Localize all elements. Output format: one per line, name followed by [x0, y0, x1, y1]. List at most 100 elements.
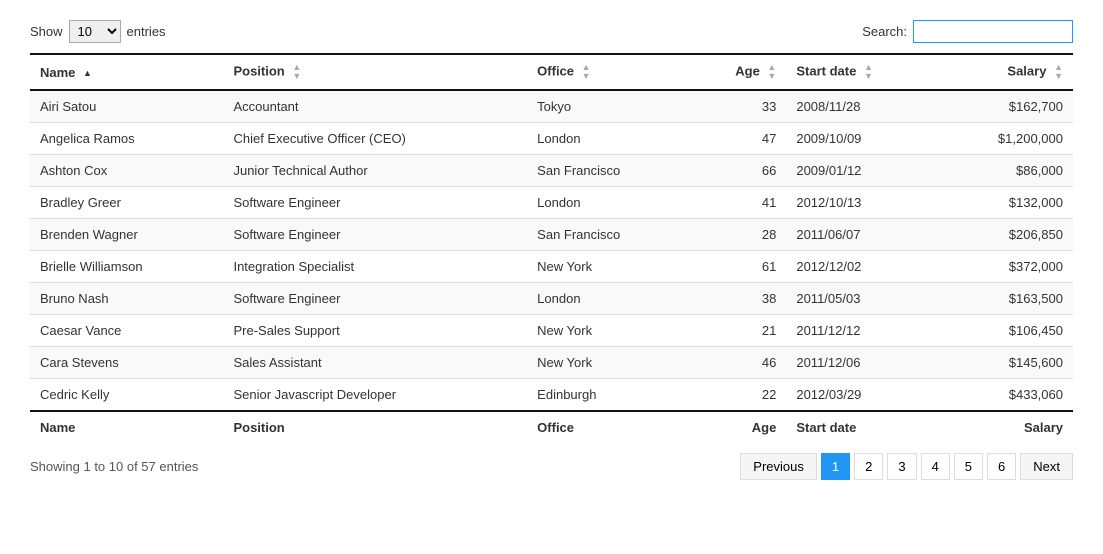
table-footer: Name Position Office Age Start date Sala… — [30, 411, 1073, 443]
table-cell: Tokyo — [527, 90, 690, 123]
pagination: Previous 1 2 3 4 5 6 Next — [740, 453, 1073, 480]
table-cell: Software Engineer — [223, 219, 527, 251]
table-cell: 2009/10/09 — [786, 123, 938, 155]
table-cell: 2011/05/03 — [786, 283, 938, 315]
page-2-button[interactable]: 2 — [854, 453, 883, 480]
next-button[interactable]: Next — [1020, 453, 1073, 480]
table-row: Cara StevensSales AssistantNew York46201… — [30, 347, 1073, 379]
table-cell: San Francisco — [527, 219, 690, 251]
table-cell: $162,700 — [939, 90, 1073, 123]
showing-text: Showing 1 to 10 of 57 entries — [30, 459, 198, 474]
table-cell: 2011/06/07 — [786, 219, 938, 251]
table-cell: Junior Technical Author — [223, 155, 527, 187]
footer-col-startdate: Start date — [786, 411, 938, 443]
table-cell: $132,000 — [939, 187, 1073, 219]
table-cell: Bruno Nash — [30, 283, 223, 315]
page-1-button[interactable]: 1 — [821, 453, 850, 480]
col-header-startdate[interactable]: Start date ▲▼ — [786, 54, 938, 90]
table-cell: Bradley Greer — [30, 187, 223, 219]
table-cell: 2011/12/06 — [786, 347, 938, 379]
table-cell: 2012/12/02 — [786, 251, 938, 283]
table-cell: Senior Javascript Developer — [223, 379, 527, 412]
table-cell: London — [527, 123, 690, 155]
table-cell: 46 — [690, 347, 786, 379]
table-cell: Airi Satou — [30, 90, 223, 123]
page-4-button[interactable]: 4 — [921, 453, 950, 480]
table-cell: Chief Executive Officer (CEO) — [223, 123, 527, 155]
table-cell: 66 — [690, 155, 786, 187]
table-cell: Ashton Cox — [30, 155, 223, 187]
show-label-after: entries — [127, 24, 166, 39]
top-controls: Show 10 25 50 100 entries Search: — [30, 20, 1073, 43]
table-cell: Sales Assistant — [223, 347, 527, 379]
table-cell: London — [527, 187, 690, 219]
col-header-office[interactable]: Office ▲▼ — [527, 54, 690, 90]
table-cell: 2009/01/12 — [786, 155, 938, 187]
table-cell: $163,500 — [939, 283, 1073, 315]
table-cell: $145,600 — [939, 347, 1073, 379]
footer-col-salary: Salary — [939, 411, 1073, 443]
table-cell: 61 — [690, 251, 786, 283]
table-cell: Cara Stevens — [30, 347, 223, 379]
table-cell: 28 — [690, 219, 786, 251]
table-cell: Accountant — [223, 90, 527, 123]
table-cell: Brielle Williamson — [30, 251, 223, 283]
col-header-name[interactable]: Name ▲ — [30, 54, 223, 90]
table-header: Name ▲ Position ▲▼ Office ▲▼ Age — [30, 54, 1073, 90]
table-row: Bruno NashSoftware EngineerLondon382011/… — [30, 283, 1073, 315]
table-row: Brenden WagnerSoftware EngineerSan Franc… — [30, 219, 1073, 251]
sort-icon-name: ▲ — [83, 69, 92, 78]
table-cell: 41 — [690, 187, 786, 219]
table-cell: $206,850 — [939, 219, 1073, 251]
table-cell: Software Engineer — [223, 187, 527, 219]
table-row: Brielle WilliamsonIntegration Specialist… — [30, 251, 1073, 283]
table-cell: Caesar Vance — [30, 315, 223, 347]
table-cell: Pre-Sales Support — [223, 315, 527, 347]
table-cell: $106,450 — [939, 315, 1073, 347]
table-cell: $433,060 — [939, 379, 1073, 412]
table-cell: 21 — [690, 315, 786, 347]
page-3-button[interactable]: 3 — [887, 453, 916, 480]
sort-icon-salary: ▲▼ — [1054, 63, 1063, 81]
sort-icon-startdate: ▲▼ — [864, 63, 873, 81]
footer-col-office: Office — [527, 411, 690, 443]
sort-icon-position: ▲▼ — [292, 63, 301, 81]
search-box: Search: — [862, 20, 1073, 43]
col-header-position[interactable]: Position ▲▼ — [223, 54, 527, 90]
table-cell: Brenden Wagner — [30, 219, 223, 251]
entries-select[interactable]: 10 25 50 100 — [69, 20, 121, 43]
table-cell: Software Engineer — [223, 283, 527, 315]
bottom-controls: Showing 1 to 10 of 57 entries Previous 1… — [30, 453, 1073, 480]
table-cell: 22 — [690, 379, 786, 412]
page-5-button[interactable]: 5 — [954, 453, 983, 480]
table-cell: London — [527, 283, 690, 315]
table-cell: Angelica Ramos — [30, 123, 223, 155]
table-cell: San Francisco — [527, 155, 690, 187]
table-row: Angelica RamosChief Executive Officer (C… — [30, 123, 1073, 155]
table-cell: $372,000 — [939, 251, 1073, 283]
show-label-before: Show — [30, 24, 63, 39]
table-cell: 2011/12/12 — [786, 315, 938, 347]
col-header-age[interactable]: Age ▲▼ — [690, 54, 786, 90]
col-header-salary[interactable]: Salary ▲▼ — [939, 54, 1073, 90]
table-cell: $86,000 — [939, 155, 1073, 187]
table-cell: 2012/03/29 — [786, 379, 938, 412]
footer-col-position: Position — [223, 411, 527, 443]
page-6-button[interactable]: 6 — [987, 453, 1016, 480]
show-entries: Show 10 25 50 100 entries — [30, 20, 166, 43]
footer-col-age: Age — [690, 411, 786, 443]
table-cell: New York — [527, 251, 690, 283]
table-cell: 2012/10/13 — [786, 187, 938, 219]
prev-button[interactable]: Previous — [740, 453, 817, 480]
table-cell: 2008/11/28 — [786, 90, 938, 123]
table-cell: 33 — [690, 90, 786, 123]
footer-col-name: Name — [30, 411, 223, 443]
table-cell: New York — [527, 315, 690, 347]
table-cell: Edinburgh — [527, 379, 690, 412]
sort-icon-office: ▲▼ — [582, 63, 591, 81]
search-input[interactable] — [913, 20, 1073, 43]
table-row: Airi SatouAccountantTokyo332008/11/28$16… — [30, 90, 1073, 123]
table-row: Bradley GreerSoftware EngineerLondon4120… — [30, 187, 1073, 219]
table-cell: New York — [527, 347, 690, 379]
table-row: Ashton CoxJunior Technical AuthorSan Fra… — [30, 155, 1073, 187]
